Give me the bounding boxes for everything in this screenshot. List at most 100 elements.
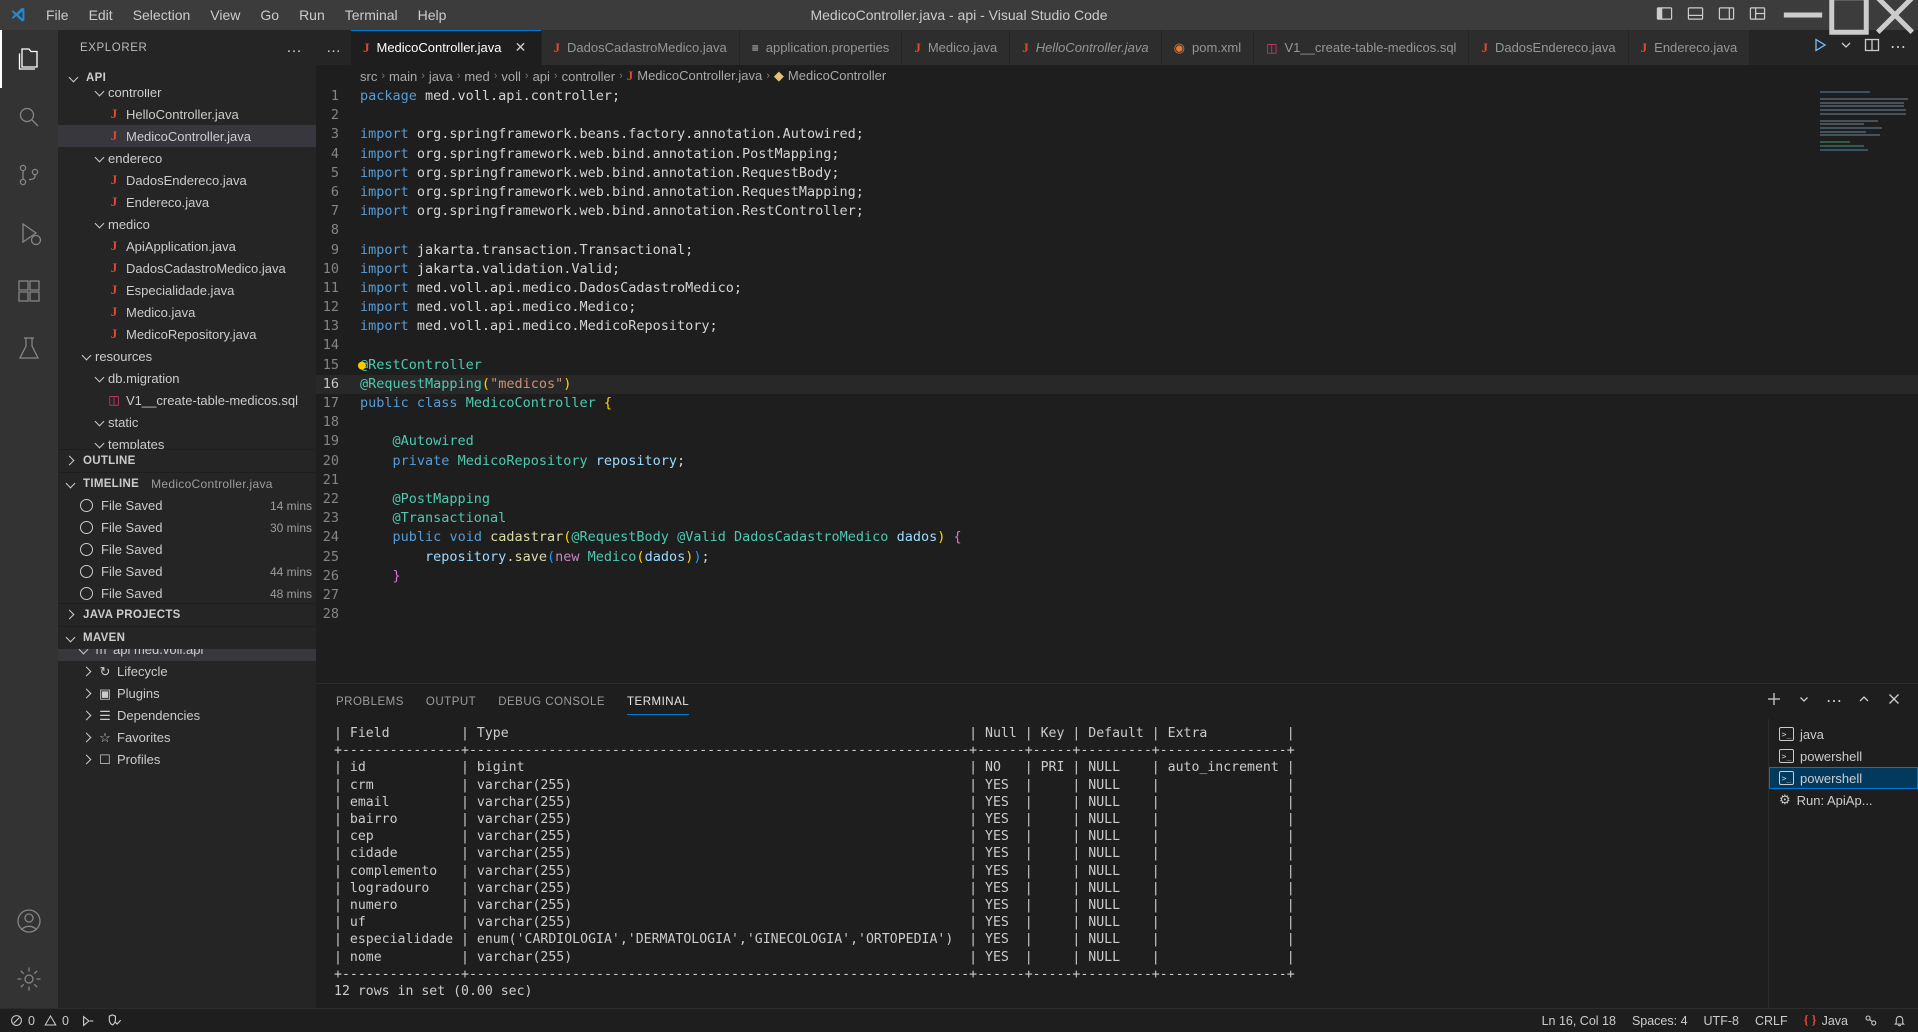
activity-extensions[interactable] [0,262,58,320]
code-line[interactable]: 1 package med.voll.api.controller; [316,87,1918,106]
tree-item[interactable]: J MedicoRepository.java [58,323,316,345]
terminal-item-run-apiapplication[interactable]: ⚙ Run: ApiAp... [1769,789,1918,811]
menu-terminal[interactable]: Terminal [335,2,408,28]
timeline-item[interactable]: File Saved 48 mins [58,583,316,603]
breadcrumb-item[interactable]: controller [562,69,615,84]
minimize-button[interactable] [1780,0,1826,30]
activity-manage-gear-icon[interactable] [0,950,58,1008]
status-live-share-icon[interactable] [1864,1014,1877,1027]
explorer-root-folder[interactable]: API [58,66,316,89]
maven-list[interactable]: m api med.voll.api ↻ Lifecycle ▣ Plugins ☰ Depe… [58,648,316,1009]
split-editor-icon[interactable] [1864,37,1880,58]
tree-item[interactable]: J DadosEndereco.java [58,169,316,191]
more-actions-icon[interactable]: ⋯ [1890,39,1906,55]
minimap[interactable] [1820,91,1912,201]
panel-tab-problems[interactable]: PROBLEMS [336,688,404,715]
maven-item[interactable]: ▣ Plugins [58,683,316,705]
code-line[interactable]: 11 import med.voll.api.medico.DadosCadast… [316,279,1918,298]
timeline-item[interactable]: File Saved 30 mins [58,517,316,539]
code-line[interactable]: 2 [316,106,1918,125]
code-line[interactable]: 15 ● @RestController [316,356,1918,375]
terminal-item-powershell-1[interactable]: >_ powershell [1769,745,1918,767]
chevron-down-icon[interactable] [1838,37,1854,58]
editor-tab[interactable]: J Medico.java [902,30,1011,65]
menu-go[interactable]: Go [250,2,289,28]
tree-item[interactable]: static [58,411,316,433]
activity-explorer[interactable] [0,30,58,88]
activity-testing[interactable] [0,320,58,378]
editor-tab[interactable]: ◉ pom.xml [1161,30,1255,65]
terminal-item-powershell-2[interactable]: >_ powershell [1769,767,1918,789]
editor-tab[interactable]: ≡ application.properties [739,30,903,65]
editor-tab[interactable]: J DadosCadastroMedico.java [541,30,740,65]
code-line[interactable]: 25 repository.save(new Medico(dados)); [316,548,1918,567]
tree-item[interactable]: J Especialidade.java [58,279,316,301]
menu-run[interactable]: Run [289,2,335,28]
timeline-section-header[interactable]: TIMELINE MedicoController.java [58,471,316,495]
maximize-panel-icon[interactable] [1856,691,1872,712]
tabs-overflow-indicator[interactable]: … [316,30,351,65]
activity-search[interactable] [0,88,58,146]
maven-section-header[interactable]: MAVEN [58,625,316,649]
code-line[interactable]: 17 public class MedicoController { [316,394,1918,413]
breadcrumb-item[interactable]: main [389,69,417,84]
code-line[interactable]: 28 [316,605,1918,624]
editor-tab[interactable]: J HelloController.java [1010,30,1162,65]
status-notifications-bell-icon[interactable] [1893,1014,1906,1027]
menu-file[interactable]: File [36,2,79,28]
timeline-list[interactable]: File Saved 14 mins File Saved 30 mins File S… [58,495,316,603]
code-line[interactable]: 7 import org.springframework.web.bind.ann… [316,202,1918,221]
code-line[interactable]: 22 @PostMapping [316,490,1918,509]
activity-source-control[interactable] [0,146,58,204]
editor-tab[interactable]: ◫ V1__create-table-medicos.sql [1254,30,1470,65]
breadcrumb[interactable]: src › main › java › med › voll › api › controller › J M… [316,65,1918,87]
status-cursor-position[interactable]: Ln 16, Col 18 [1542,1014,1616,1028]
lightbulb-icon[interactable]: ● [358,356,366,375]
code-line[interactable]: 16 @RequestMapping("medicos") [316,374,1918,394]
close-icon[interactable]: ✕ [513,39,529,56]
menu-selection[interactable]: Selection [123,2,201,28]
code-line[interactable]: 24 public void cadastrar(@RequestBody @V… [316,528,1918,547]
close-button[interactable] [1872,0,1918,35]
java-projects-section-header[interactable]: JAVA PROJECTS [58,602,316,626]
code-line[interactable]: 20 private MedicoRepository repository; [316,452,1918,471]
code-line[interactable]: 6 import org.springframework.web.bind.ann… [316,183,1918,202]
status-problems[interactable]: 0 0 [10,1014,69,1028]
panel-tab-terminal[interactable]: TERMINAL [627,688,690,715]
outline-section-header[interactable]: OUTLINE [58,448,316,472]
tree-item[interactable]: controller [58,89,316,103]
tree-item[interactable]: J HelloController.java [58,103,316,125]
code-line[interactable]: 8 [316,221,1918,240]
editor-tab[interactable]: J MedicoController.java ✕ [351,30,542,65]
terminal-item-java[interactable]: >_ java [1769,723,1918,745]
code-line[interactable]: 3 import org.springframework.beans.factor… [316,125,1918,144]
tree-item[interactable]: db.migration [58,367,316,389]
status-eol[interactable]: CRLF [1755,1014,1788,1028]
tree-item[interactable]: J Medico.java [58,301,316,323]
status-ports-icon[interactable] [81,1014,95,1028]
terminal-output[interactable]: | Field | Type | Null | Key | Default | … [316,719,1768,1008]
more-actions-icon[interactable]: ⋯ [1826,693,1842,709]
tree-item[interactable]: J Endereco.java [58,191,316,213]
breadcrumb-item[interactable]: J MedicoController.java [627,68,763,84]
maven-item[interactable]: ☰ Dependencies [58,705,316,727]
new-terminal-icon[interactable] [1766,691,1782,712]
toggle-panel-icon[interactable] [1687,5,1704,25]
activity-accounts[interactable] [0,892,58,950]
menu-help[interactable]: Help [408,2,457,28]
menu-view[interactable]: View [200,2,250,28]
code-line[interactable]: 9 import jakarta.transaction.Transactiona… [316,241,1918,260]
tree-item[interactable]: J ApiApplication.java [58,235,316,257]
breadcrumb-item[interactable]: voll [501,69,521,84]
tree-item[interactable]: resources [58,345,316,367]
breadcrumb-item[interactable]: java [429,69,453,84]
breadcrumb-item[interactable]: ◆ MedicoController [774,68,886,84]
chevron-down-icon[interactable] [1796,691,1812,712]
maven-item[interactable]: ☆ Favorites [58,727,316,749]
code-line[interactable]: 18 [316,413,1918,432]
panel-tab-debug-console[interactable]: DEBUG CONSOLE [498,688,605,715]
tree-item[interactable]: medico [58,213,316,235]
status-language-mode[interactable]: { } Java [1804,1013,1848,1028]
status-shield-check-icon[interactable] [107,1013,123,1028]
breadcrumb-item[interactable]: api [533,69,550,84]
